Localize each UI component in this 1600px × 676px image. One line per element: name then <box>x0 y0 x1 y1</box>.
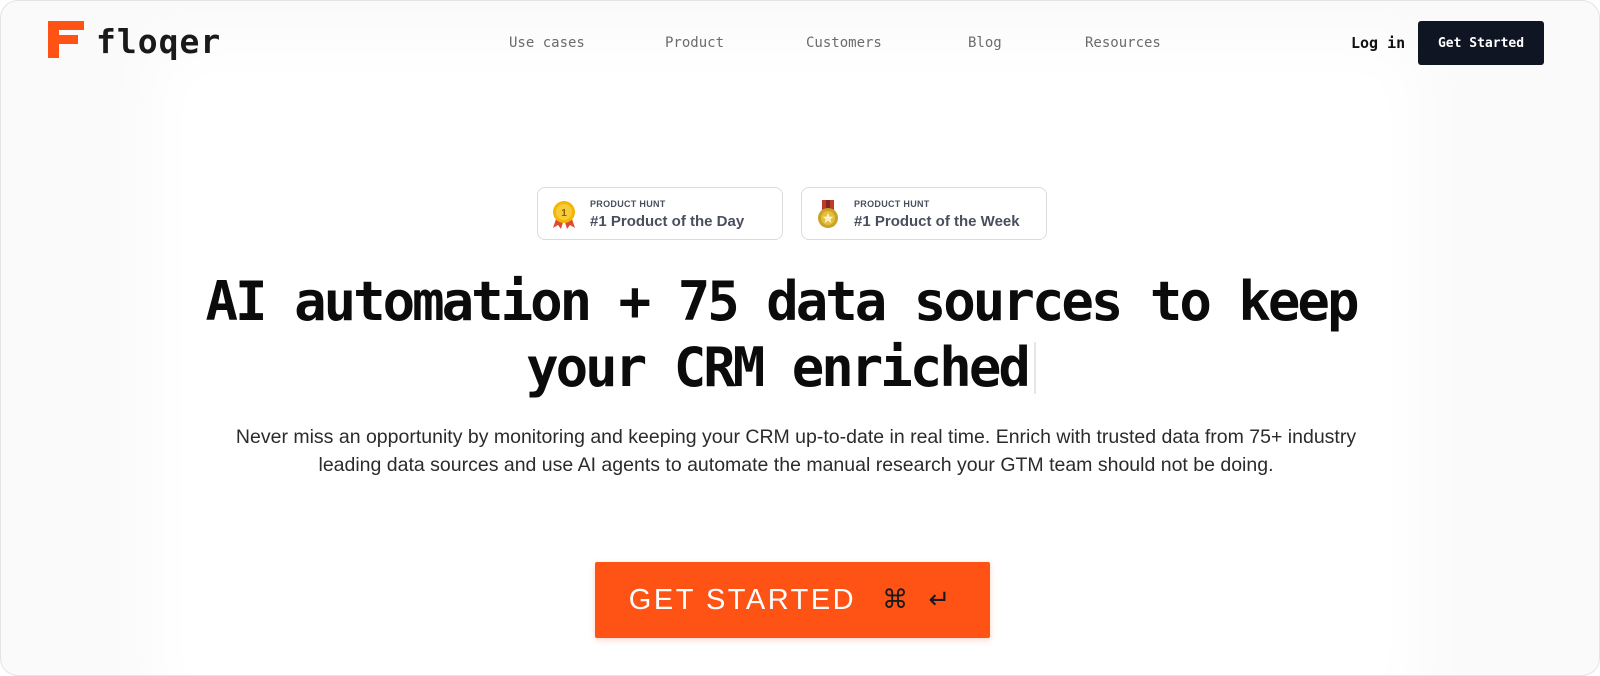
svg-text:1: 1 <box>561 208 567 219</box>
floqer-logo-icon <box>48 21 84 58</box>
nav-link-product[interactable]: Product <box>665 35 724 51</box>
nav-link-use-cases[interactable]: Use cases <box>509 35 585 51</box>
badge-product-of-the-week[interactable]: PRODUCT HUNT #1 Product of the Week <box>801 187 1047 240</box>
bronze-medal-icon <box>818 200 838 228</box>
badge-title: #1 Product of the Week <box>854 213 1020 230</box>
badge-kicker: PRODUCT HUNT <box>854 199 930 209</box>
logo-wordmark: floqer <box>96 21 222 61</box>
nav-get-started-button[interactable]: Get Started <box>1418 21 1544 65</box>
badge-kicker: PRODUCT HUNT <box>590 199 666 209</box>
hero-get-started-button[interactable]: GET STARTED ⌘ ↵ <box>595 562 990 638</box>
typing-cursor <box>1033 342 1036 394</box>
hero-headline-line-2: your CRM enriched <box>526 336 1031 399</box>
nav-link-customers[interactable]: Customers <box>806 35 882 51</box>
hero-headline-line-1: AI automation + 75 data sources to keep <box>205 270 1360 333</box>
hero-subtext: Never miss an opportunity by monitoring … <box>235 426 1357 476</box>
logo[interactable]: floqer <box>48 21 221 59</box>
nav-link-blog[interactable]: Blog <box>968 35 1002 51</box>
login-link[interactable]: Log in <box>1351 34 1405 52</box>
page-frame: floqer Use cases Product Customers Blog … <box>0 0 1600 676</box>
hero-cta-label: GET STARTED <box>628 583 857 616</box>
badge-title: #1 Product of the Day <box>590 213 745 230</box>
nav-link-resources[interactable]: Resources <box>1085 35 1161 51</box>
gold-medal-icon: 1 <box>553 201 575 229</box>
hero-headline: AI automation + 75 data sources to keep … <box>181 269 1381 401</box>
badge-product-of-the-day[interactable]: 1 PRODUCT HUNT #1 Product of the Day <box>537 187 783 240</box>
keyboard-shortcut-icon: ⌘ ↵ <box>882 585 957 615</box>
top-navigation: floqer Use cases Product Customers Blog … <box>1 1 1599 85</box>
